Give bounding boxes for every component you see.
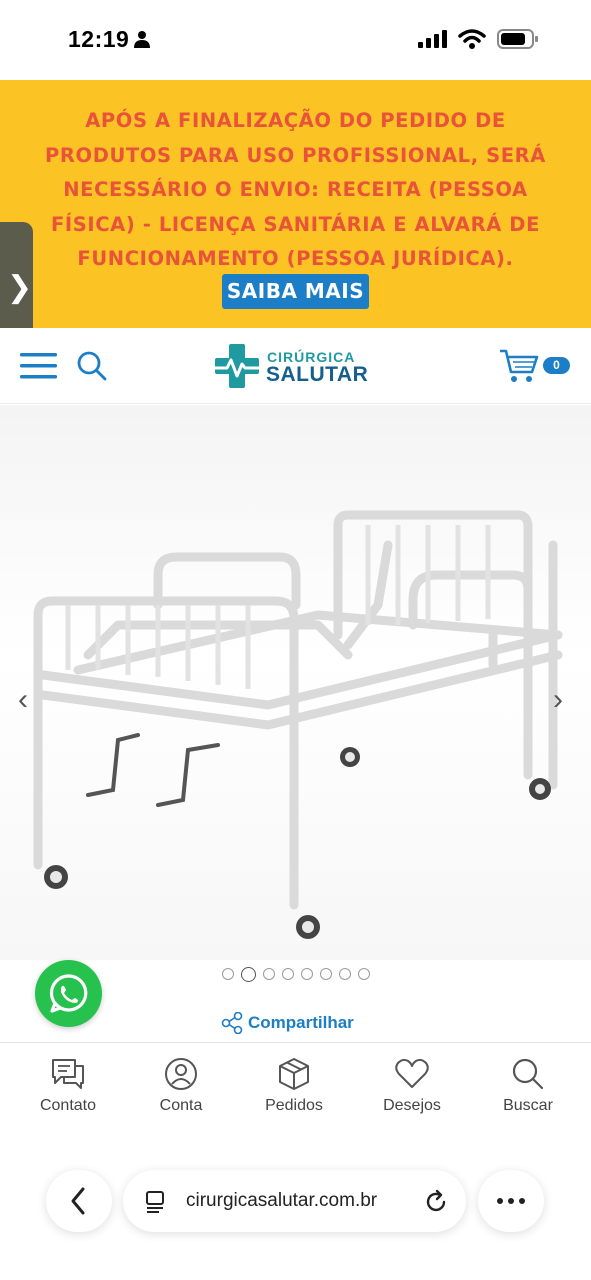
whatsapp-button[interactable]: [35, 960, 102, 1027]
carousel-dot[interactable]: [358, 968, 370, 980]
reload-icon[interactable]: [423, 1189, 449, 1215]
notice-banner: APÓS A FINALIZAÇÃO DO PEDIDO DE PRODUTOS…: [0, 80, 591, 328]
carousel-dot[interactable]: [263, 968, 275, 980]
banner-line: FÍSICA) - LICENÇA SANITÁRIA E ALVARÁ DE: [50, 212, 541, 236]
banner-line: PRODUTOS PARA USO PROFISSIONAL, SERÁ: [45, 143, 546, 167]
nav-item-desejos[interactable]: Desejos: [362, 1057, 462, 1115]
nav-label: Contato: [39, 1097, 97, 1114]
cellular-signal-icon: [418, 30, 447, 48]
user-icon: [165, 1058, 197, 1090]
heart-icon: [395, 1058, 429, 1088]
share-link[interactable]: Compartilhar: [221, 1011, 354, 1035]
site-logo[interactable]: CIRÚRGICA SALUTAR: [213, 342, 373, 392]
banner-line: NECESSÁRIO O ENVIO: RECEITA (PESSOA: [63, 178, 528, 201]
chat-icon: [52, 1059, 84, 1089]
product-image: [33, 510, 563, 939]
share-icon: [221, 1012, 243, 1034]
carousel-dot-active[interactable]: [241, 966, 256, 982]
browser-more-button[interactable]: [478, 1170, 544, 1232]
hamburger-menu-icon[interactable]: [20, 352, 58, 380]
more-icon: [497, 1198, 525, 1204]
nav-label: Conta: [159, 1097, 203, 1114]
url-text: cirurgicasalutar.com.br: [186, 1190, 378, 1211]
address-bar[interactable]: cirurgicasalutar.com.br: [123, 1170, 466, 1232]
logo-bottom-text: SALUTAR: [266, 363, 369, 386]
status-time: 12:19: [68, 26, 130, 52]
nav-item-conta[interactable]: Conta: [131, 1057, 231, 1115]
person-icon: [134, 31, 150, 48]
search-icon[interactable]: [76, 350, 108, 382]
previous-image-arrow[interactable]: ‹: [18, 683, 28, 717]
chevron-left-icon: [71, 1187, 85, 1215]
cart-count-badge: 0: [543, 357, 570, 374]
carousel-dot[interactable]: [339, 968, 351, 980]
browser-toolbar: cirurgicasalutar.com.br: [0, 1138, 591, 1280]
wifi-icon: [458, 29, 486, 49]
carousel-dot[interactable]: [222, 968, 234, 980]
nav-item-contato[interactable]: Contato: [18, 1057, 118, 1115]
nav-item-buscar[interactable]: Buscar: [478, 1057, 578, 1115]
cart-icon[interactable]: [499, 348, 539, 384]
chevron-right-icon: ❯: [7, 271, 33, 304]
carousel-dot[interactable]: [282, 968, 294, 980]
nav-label: Desejos: [383, 1097, 441, 1114]
banner-text: APÓS A FINALIZAÇÃO DO PEDIDO DE PRODUTOS…: [20, 104, 571, 277]
cross-heartbeat-icon: [215, 344, 259, 388]
whatsapp-icon: [49, 974, 88, 1013]
page-menu-icon: [146, 1191, 164, 1213]
site-header: CIRÚRGICA SALUTAR 0: [0, 328, 591, 404]
carousel-dot[interactable]: [320, 968, 332, 980]
nav-label: Pedidos: [265, 1097, 323, 1114]
saiba-mais-button[interactable]: SAIBA MAIS: [222, 274, 369, 309]
bottom-nav: Contato Conta Pedidos Desejos Buscar: [0, 1042, 591, 1137]
banner-line: FUNCIONAMENTO (PESSOA JURÍDICA).: [77, 247, 514, 270]
battery-icon: [497, 29, 538, 49]
box-icon: [279, 1058, 309, 1090]
carousel-dot[interactable]: [301, 968, 313, 980]
browser-back-button[interactable]: [46, 1170, 112, 1232]
next-image-arrow[interactable]: ›: [553, 683, 563, 717]
search-icon: [512, 1058, 544, 1090]
banner-line: APÓS A FINALIZAÇÃO DO PEDIDO DE: [85, 109, 506, 132]
carousel-dots: [222, 966, 370, 982]
nav-label: Buscar: [503, 1097, 553, 1114]
share-label: Compartilhar: [248, 1013, 354, 1032]
nav-item-pedidos[interactable]: Pedidos: [244, 1057, 344, 1115]
status-bar: 12:19: [0, 0, 591, 80]
product-gallery[interactable]: ‹ ›: [0, 405, 591, 960]
